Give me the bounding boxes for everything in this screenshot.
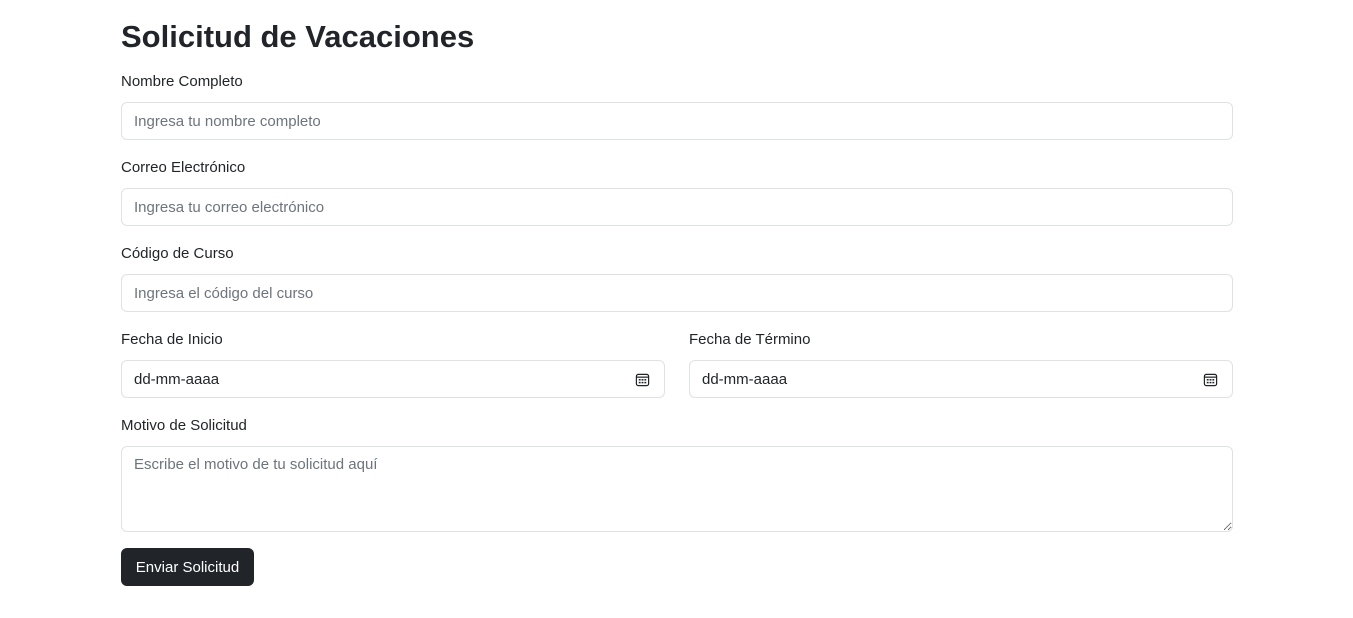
reason-label: Motivo de Solicitud [121,417,247,434]
email-input[interactable] [121,188,1233,226]
full-name-label: Nombre Completo [121,73,243,90]
calendar-icon[interactable] [635,372,650,387]
full-name-input[interactable] [121,102,1233,140]
start-date-input[interactable]: dd-mm-aaaa [121,360,665,398]
end-date-label: Fecha de Término [689,331,811,348]
end-date-input[interactable]: dd-mm-aaaa [689,360,1233,398]
course-code-input[interactable] [121,274,1233,312]
end-date-value: dd-mm-aaaa [702,371,788,388]
course-code-label: Código de Curso [121,245,234,262]
email-label: Correo Electrónico [121,159,246,176]
start-date-label: Fecha de Inicio [121,331,223,348]
calendar-icon[interactable] [1203,372,1218,387]
reason-textarea[interactable] [121,446,1233,532]
start-date-value: dd-mm-aaaa [134,371,220,388]
submit-button[interactable]: Enviar Solicitud [121,548,254,586]
page-title: Solicitud de Vacaciones [121,19,475,54]
